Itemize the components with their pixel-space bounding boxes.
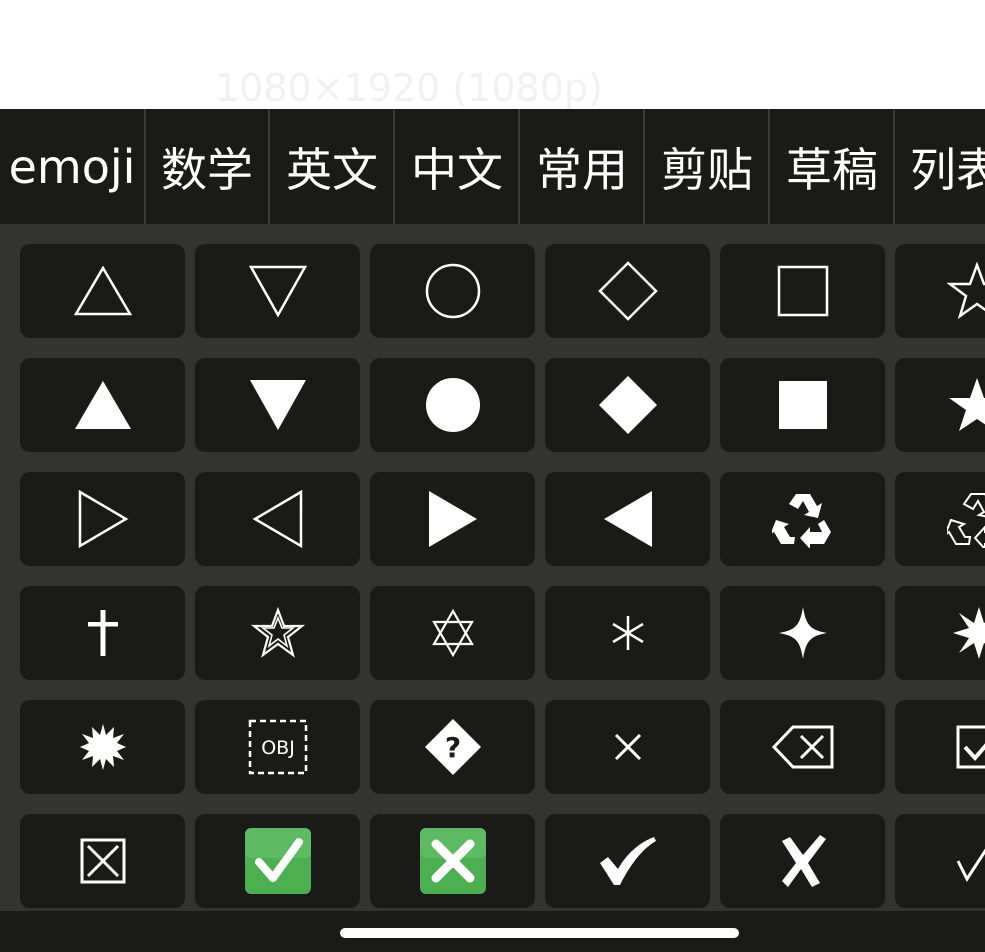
question-mark-label: ? [444,731,460,764]
key-ballot-box-x[interactable] [20,814,185,908]
key-black-diamond[interactable] [545,358,710,452]
green-cross-mark-emoji-icon [419,828,486,894]
key-white-square[interactable] [720,244,885,338]
key-recycle-black[interactable] [720,472,885,566]
status-area: 1080×1920 (1080p) [0,0,985,110]
key-black-right-triangle[interactable] [370,472,535,566]
tab-emoji[interactable]: emoji [0,109,146,224]
key-black-star[interactable] [895,358,985,452]
tab-english[interactable]: 英文 [271,109,395,224]
key-outlined-star[interactable] [195,586,360,680]
key-black-square[interactable] [720,358,885,452]
key-check-mark-button[interactable] [195,814,360,908]
key-black-up-triangle[interactable] [20,358,185,452]
key-white-up-triangle[interactable] [20,244,185,338]
star-of-david-icon [431,609,474,657]
pentagram-star-icon [250,607,305,658]
key-replacement-character[interactable]: ? [370,700,535,794]
black-circle-icon [425,378,480,432]
ballot-box-x-icon [80,838,125,884]
tab-common[interactable]: 常用 [521,109,645,224]
key-white-diamond[interactable] [545,244,710,338]
white-square-icon [777,265,828,317]
white-up-triangle-icon [73,265,132,316]
object-replacement-icon: OBJ [248,719,307,775]
check-mark-icon [956,848,985,883]
recycle-icon [771,494,831,548]
recycle-outline-icon [947,493,985,548]
starburst-icon [79,724,126,770]
key-dagger[interactable] [20,586,185,680]
tab-draft[interactable]: 草稿 [771,109,895,224]
black-diamond-icon [598,376,657,434]
home-indicator[interactable] [340,928,739,938]
key-cross-mark-button[interactable] [370,814,535,908]
white-diamond-icon [597,261,658,321]
key-recycle-outline[interactable] [895,472,985,566]
key-white-star[interactable] [895,244,985,338]
black-left-triangle-icon [603,491,652,547]
black-square-icon [778,381,827,429]
white-left-triangle-icon [252,489,302,549]
key-white-right-triangle[interactable] [20,472,185,566]
tab-chinese[interactable]: 中文 [396,109,520,224]
bottom-bar [0,911,985,952]
key-eight-point-star[interactable] [895,586,985,680]
key-heavy-check-mark[interactable] [545,814,710,908]
tab-list[interactable]: 列表 [896,109,985,224]
key-black-circle[interactable] [370,358,535,452]
obj-label: OBJ [261,737,295,759]
key-ballot-box-check[interactable] [895,700,985,794]
key-white-left-triangle[interactable] [195,472,360,566]
ballot-box-check-icon [956,725,985,769]
key-square-root-check[interactable] [895,814,985,908]
dagger-icon [87,610,118,656]
category-tab-bar: emoji 数学 英文 中文 常用 剪贴 草稿 列表 [0,109,985,224]
eight-point-star-icon [953,607,985,659]
key-erase-left[interactable] [720,700,885,794]
white-star-icon [947,262,985,320]
white-down-triangle-icon [248,265,307,318]
background-text: 1080×1920 (1080p) [215,66,603,110]
ballot-x-icon [781,835,826,887]
green-check-mark-emoji-icon [244,828,311,894]
backspace-icon [771,725,833,769]
key-black-down-triangle[interactable] [195,358,360,452]
key-burst[interactable] [20,700,185,794]
key-ballot-x[interactable] [720,814,885,908]
key-four-point-star[interactable] [720,586,885,680]
key-object-replacement[interactable]: OBJ [195,700,360,794]
key-star-of-david[interactable] [370,586,535,680]
key-asterisk[interactable] [545,586,710,680]
black-up-triangle-icon [74,381,131,429]
key-white-circle[interactable] [370,244,535,338]
six-spoke-asterisk-icon [611,616,644,650]
black-down-triangle-icon [249,380,306,430]
multiplication-sign-icon [614,733,641,761]
heavy-check-mark-icon [599,837,656,885]
key-white-down-triangle[interactable] [195,244,360,338]
symbol-key-grid: OBJ ? [0,224,985,912]
white-right-triangle-icon [78,489,128,549]
white-circle-icon [425,263,480,319]
replacement-character-icon: ? [424,719,481,775]
key-black-left-triangle[interactable] [545,472,710,566]
black-star-icon [949,378,985,431]
four-point-star-icon [778,607,827,659]
tab-clipboard[interactable]: 剪贴 [646,109,770,224]
black-right-triangle-icon [428,491,477,547]
tab-math[interactable]: 数学 [146,109,270,224]
key-multiply[interactable] [545,700,710,794]
